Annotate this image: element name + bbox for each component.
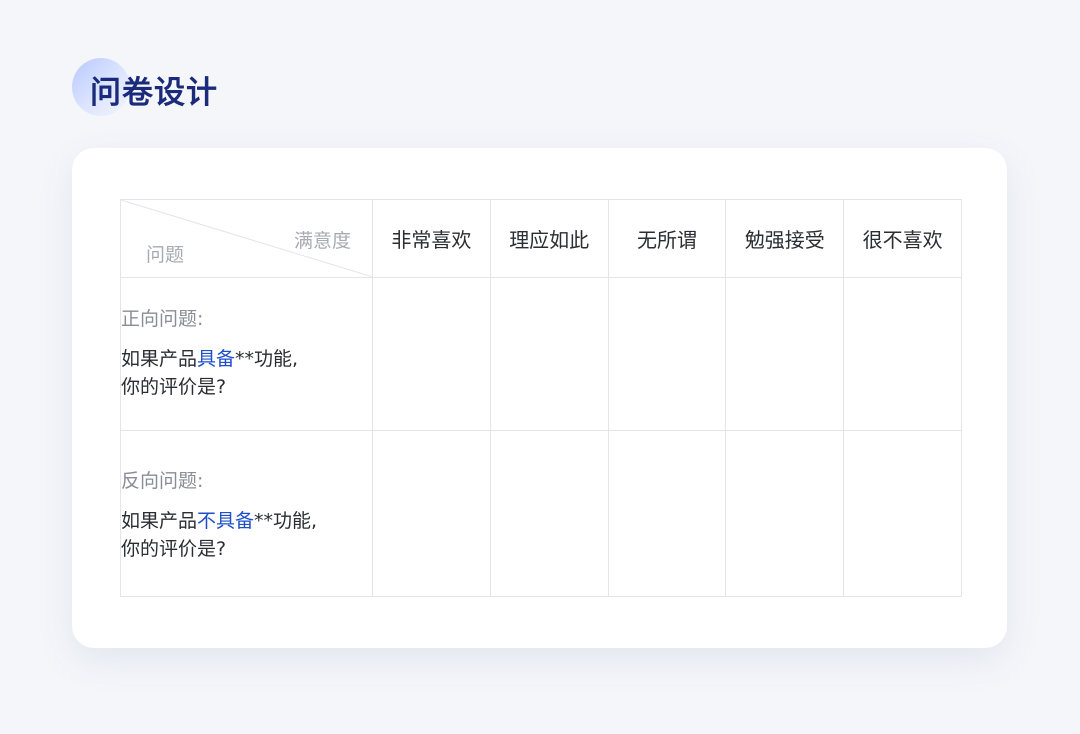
question-text-line2: 你的评价是? [121, 376, 227, 398]
question-text-before: 如果产品 [121, 510, 198, 532]
question-highlight: 具备 [197, 348, 236, 370]
page-title: 问卷设计 [90, 75, 218, 111]
question-type-label: 反向问题: [121, 470, 204, 492]
answer-cell[interactable] [725, 277, 845, 431]
option-header: 理应如此 [489, 199, 609, 278]
question-cell: 反向问题: 如果产品不具备**功能, 你的评价是? [120, 430, 373, 597]
option-header: 非常喜欢 [372, 199, 491, 278]
corner-cell: 满意度 问题 [120, 199, 373, 278]
question-text-after: **功能, [235, 348, 299, 370]
answer-cell[interactable] [489, 277, 609, 431]
corner-satisfaction-label: 满意度 [293, 230, 351, 252]
question-highlight: 不具备 [197, 510, 255, 532]
answer-cell[interactable] [843, 277, 962, 431]
survey-table: 满意度 问题 非常喜欢 理应如此 无所谓 勉强接受 很不喜欢 正向问题: 如果产… [120, 199, 962, 597]
question-text: 如果产品具备**功能, 你的评价是? [121, 345, 372, 401]
question-text-before: 如果产品 [121, 348, 198, 370]
header-row: 满意度 问题 非常喜欢 理应如此 无所谓 勉强接受 很不喜欢 [120, 199, 962, 278]
answer-cell[interactable] [489, 430, 609, 597]
table-row: 正向问题: 如果产品具备**功能, 你的评价是? [120, 277, 962, 431]
question-text: 如果产品不具备**功能, 你的评价是? [121, 507, 372, 563]
question-text-after: **功能, [254, 510, 318, 532]
answer-cell[interactable] [843, 430, 962, 597]
table-row: 反向问题: 如果产品不具备**功能, 你的评价是? [120, 430, 962, 597]
option-header: 无所谓 [607, 199, 727, 278]
answer-cell[interactable] [725, 430, 845, 597]
question-type-label: 正向问题: [121, 308, 204, 330]
survey-card: 满意度 问题 非常喜欢 理应如此 无所谓 勉强接受 很不喜欢 正向问题: 如果产… [72, 148, 1007, 648]
question-text-line2: 你的评价是? [121, 538, 227, 560]
question-cell: 正向问题: 如果产品具备**功能, 你的评价是? [120, 277, 373, 431]
option-header: 勉强接受 [725, 199, 845, 278]
corner-question-label: 问题 [146, 244, 185, 266]
answer-cell[interactable] [372, 277, 491, 431]
answer-cell[interactable] [607, 430, 727, 597]
answer-cell[interactable] [607, 277, 727, 431]
answer-cell[interactable] [372, 430, 491, 597]
option-header: 很不喜欢 [843, 199, 962, 278]
